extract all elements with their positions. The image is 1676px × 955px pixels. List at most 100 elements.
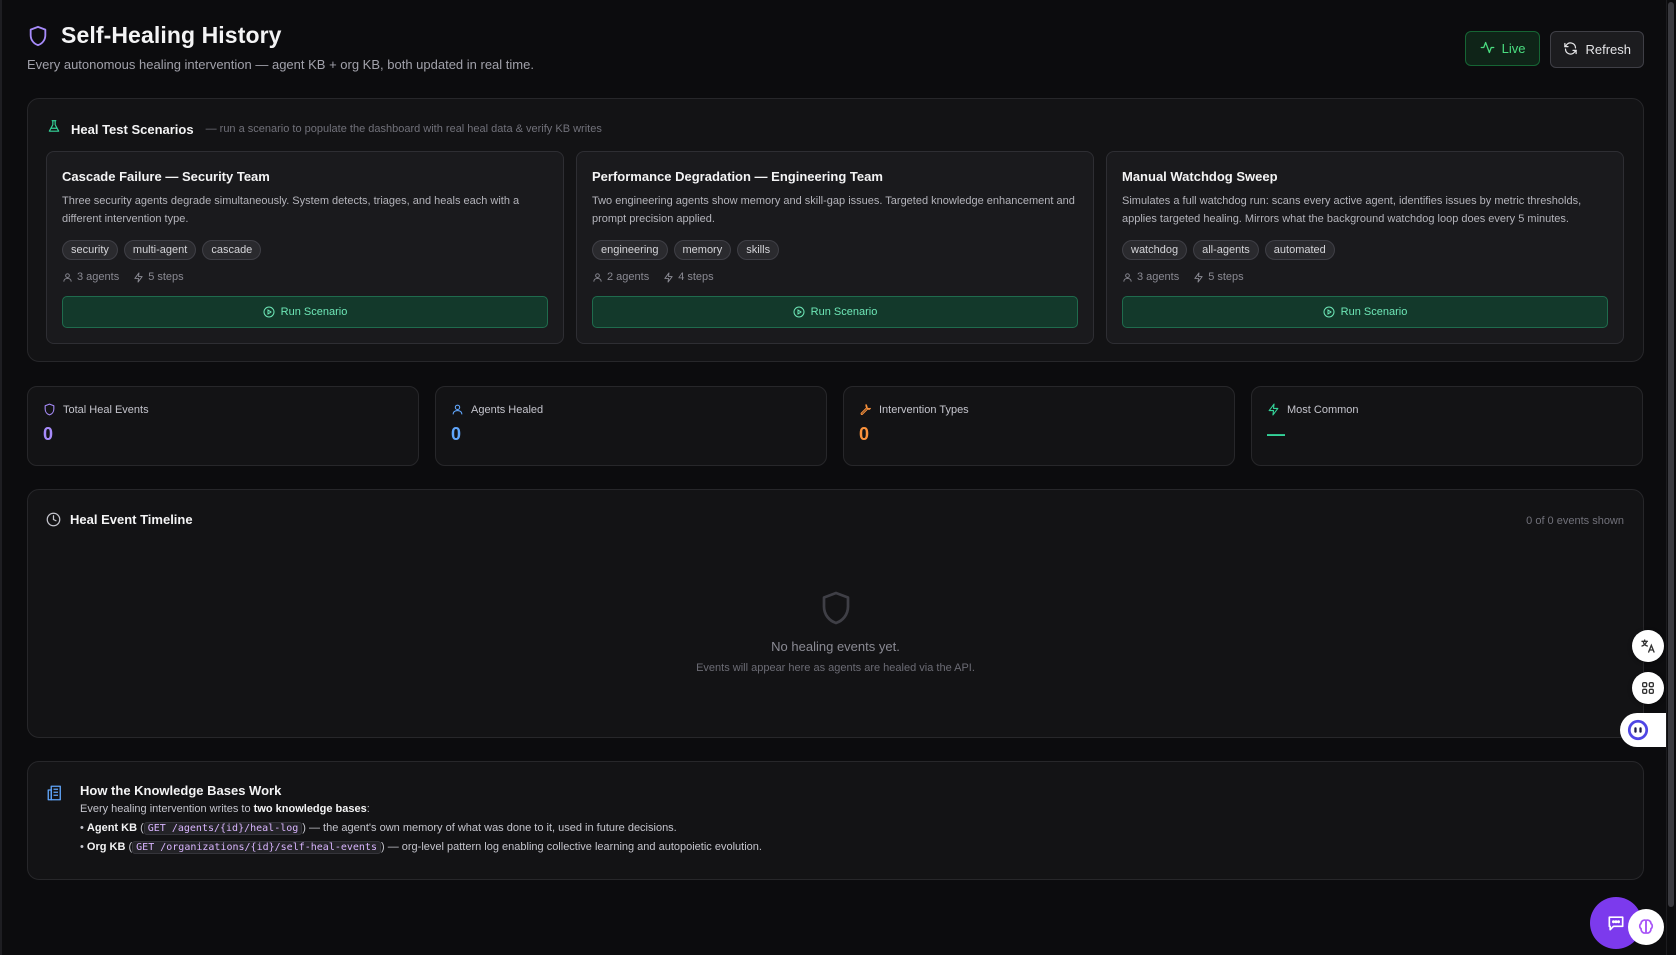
translate-icon	[1641, 639, 1655, 653]
tag: security	[62, 240, 118, 260]
tag: skills	[737, 240, 780, 260]
tag: automated	[1264, 240, 1335, 260]
play-circle-icon	[793, 306, 805, 318]
brain-icon	[1638, 919, 1654, 934]
scenarios-panel: Heal Test Scenarios — run a scenario to …	[27, 98, 1644, 362]
apps-button[interactable]	[1632, 672, 1664, 704]
scrollbar-thumb[interactable]	[1668, 2, 1674, 907]
header-actions: Live Refresh	[1464, 31, 1644, 68]
tag: all-agents	[1193, 240, 1259, 260]
run-scenario-button[interactable]: Run Scenario	[62, 296, 548, 328]
play-circle-icon	[1323, 306, 1335, 318]
kb-org-line: • Org KB (GET /organizations/{id}/self-h…	[80, 841, 762, 854]
stat-total-heal-events: Total Heal Events 0	[27, 386, 419, 466]
scenario-cards: Cascade Failure — Security Team Three se…	[46, 151, 1624, 344]
kb-body: How the Knowledge Bases Work Every heali…	[80, 783, 762, 855]
refresh-label: Refresh	[1585, 42, 1631, 57]
user-icon	[593, 272, 602, 282]
user-icon	[1123, 272, 1132, 282]
user-icon	[63, 272, 72, 282]
timeline-header: Heal Event Timeline	[46, 512, 193, 527]
flask-icon	[47, 119, 61, 139]
refresh-button[interactable]: Refresh	[1550, 31, 1644, 68]
shield-icon	[44, 403, 55, 416]
stat-label: Intervention Types	[879, 403, 969, 416]
play-circle-icon	[263, 306, 275, 318]
steps-count: 4 steps	[663, 271, 714, 283]
database-icon	[46, 784, 64, 807]
steps-count: 5 steps	[1193, 271, 1244, 283]
kb-agent-line: • Agent KB (GET /agents/{id}/heal-log) —…	[80, 822, 677, 835]
scenario-meta: 3 agents 5 steps	[1122, 271, 1608, 283]
scenario-meta: 2 agents 4 steps	[592, 271, 1078, 283]
wrench-icon	[860, 404, 871, 415]
scenario-description: Three security agents degrade simultaneo…	[62, 195, 520, 225]
timeline-panel: Heal Event Timeline 0 of 0 events shown …	[27, 489, 1644, 738]
tag: cascade	[202, 240, 262, 260]
scrollbar[interactable]	[1666, 0, 1676, 955]
scenario-card: Manual Watchdog Sweep Simulates a full w…	[1106, 151, 1624, 344]
run-scenario-button[interactable]: Run Scenario	[1122, 296, 1608, 328]
stat-intervention-types: Intervention Types 0	[843, 386, 1235, 466]
stat-agents-healed: Agents Healed 0	[435, 386, 827, 466]
scenario-card: Performance Degradation — Engineering Te…	[576, 151, 1094, 344]
run-scenario-button[interactable]: Run Scenario	[592, 296, 1078, 328]
tag: multi-agent	[123, 240, 197, 260]
title-row: Self-Healing History	[27, 22, 1644, 49]
agents-count: 3 agents	[62, 271, 119, 283]
stats-row: Total Heal Events 0 Agents Healed 0 Inte…	[27, 386, 1643, 466]
stat-value: 0	[43, 424, 54, 444]
scenario-title: Cascade Failure — Security Team	[62, 169, 270, 184]
tag: memory	[673, 240, 732, 260]
scenarios-title: Heal Test Scenarios	[71, 121, 194, 137]
stat-most-common: Most Common —	[1251, 386, 1643, 466]
bolt-icon	[664, 271, 673, 283]
page-subtitle: Every autonomous healing intervention — …	[27, 57, 534, 72]
steps-count: 5 steps	[133, 271, 184, 283]
stat-label: Total Heal Events	[63, 403, 149, 416]
stat-value: 0	[451, 424, 462, 444]
robot-icon	[1627, 719, 1649, 741]
tag: engineering	[592, 240, 668, 260]
refresh-icon	[1563, 41, 1578, 59]
stat-label: Agents Healed	[471, 403, 544, 416]
scenarios-hint: — run a scenario to populate the dashboa…	[205, 123, 602, 135]
assistant-button[interactable]	[1620, 713, 1666, 747]
page-title: Self-Healing History	[61, 22, 282, 48]
translate-button[interactable]	[1632, 630, 1664, 662]
tag: watchdog	[1122, 240, 1188, 260]
scenario-meta: 3 agents 5 steps	[62, 271, 548, 283]
agents-count: 3 agents	[1122, 271, 1179, 283]
scenario-description: Simulates a full watchdog run: scans eve…	[1122, 195, 1582, 225]
bolt-icon	[134, 271, 143, 283]
chat-icon	[1608, 916, 1624, 931]
scenario-description: Two engineering agents show memory and s…	[592, 195, 1075, 225]
empty-state: No healing events yet. Events will appea…	[28, 589, 1643, 674]
scenario-title: Performance Degradation — Engineering Te…	[592, 169, 883, 184]
scenario-tags: engineering memory skills	[592, 240, 1078, 260]
shield-icon	[28, 589, 1643, 627]
empty-subtitle: Events will appear here as agents are he…	[696, 662, 975, 674]
timeline-count: 0 of 0 events shown	[1526, 515, 1624, 527]
scenario-tags: security multi-agent cascade	[62, 240, 548, 260]
scenario-tags: watchdog all-agents automated	[1122, 240, 1608, 260]
org-kb-endpoint: GET /organizations/{id}/self-heal-events	[132, 841, 381, 854]
brain-button[interactable]	[1628, 909, 1664, 945]
shield-icon	[27, 24, 49, 48]
timeline-title: Heal Event Timeline	[70, 512, 193, 527]
bolt-icon	[1268, 403, 1279, 416]
stat-value: 0	[859, 424, 870, 444]
live-label: Live	[1501, 41, 1526, 56]
stat-label: Most Common	[1287, 403, 1359, 416]
kb-intro: Every healing intervention writes to two…	[80, 803, 370, 815]
scenario-title: Manual Watchdog Sweep	[1122, 169, 1278, 184]
live-button[interactable]: Live	[1464, 31, 1541, 66]
agents-count: 2 agents	[592, 271, 649, 283]
grid-icon	[1642, 682, 1654, 694]
bolt-icon	[1194, 271, 1203, 283]
agent-kb-endpoint: GET /agents/{id}/heal-log	[143, 822, 303, 835]
scenario-card: Cascade Failure — Security Team Three se…	[46, 151, 564, 344]
scenarios-header: Heal Test Scenarios — run a scenario to …	[47, 119, 602, 139]
clock-icon	[46, 512, 61, 527]
user-icon	[452, 404, 463, 415]
